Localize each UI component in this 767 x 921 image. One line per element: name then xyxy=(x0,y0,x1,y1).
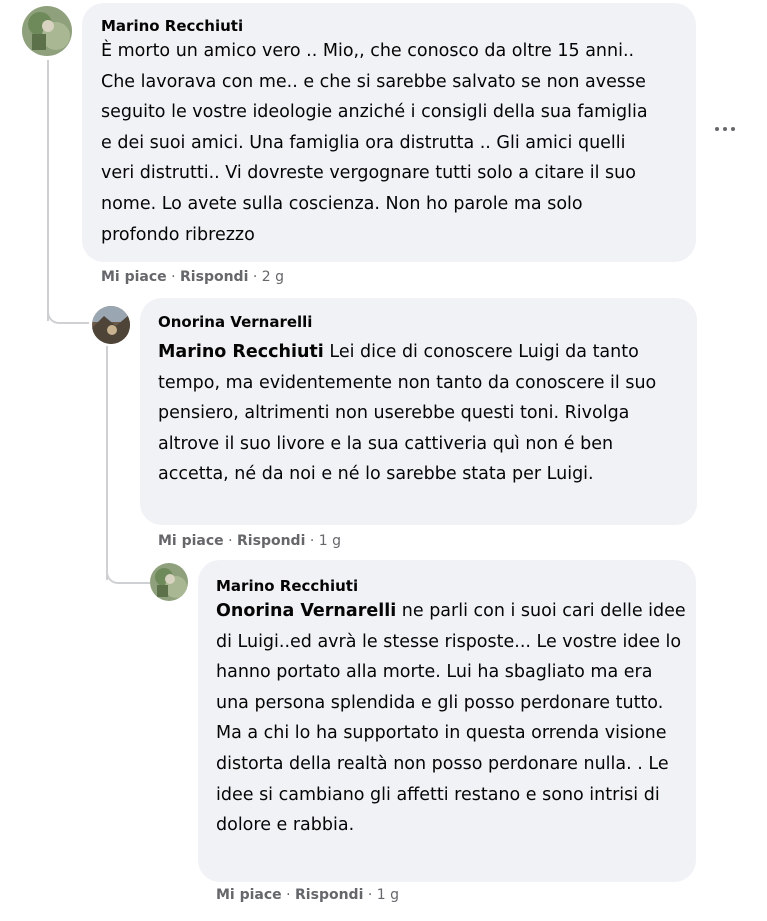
avatar[interactable] xyxy=(92,306,130,344)
profile-photo xyxy=(150,563,188,601)
comment-actions: Mi piace · Rispondi · 2 g xyxy=(101,269,284,285)
comment-body: Lei dice di conoscere Luigi da tanto tem… xyxy=(158,342,657,485)
comment-author[interactable]: Marino Recchiuti xyxy=(101,17,243,35)
thread-line-reply-1 xyxy=(47,60,49,321)
comment-body: ne parli con i suoi cari delle idee di L… xyxy=(216,601,686,836)
separator: · xyxy=(281,887,296,903)
avatar[interactable] xyxy=(150,563,188,601)
thread-line-reply-2 xyxy=(106,346,108,580)
profile-photo xyxy=(92,306,130,344)
timestamp[interactable]: 2 g xyxy=(262,269,284,285)
reply-button[interactable]: Rispondi xyxy=(237,533,305,549)
separator: · xyxy=(363,887,377,903)
comment-author[interactable]: Marino Recchiuti xyxy=(216,577,358,595)
timestamp[interactable]: 1 g xyxy=(377,887,399,903)
comment-actions: Mi piace · Rispondi · 1 g xyxy=(216,887,399,903)
comment-text: È morto un amico vero .. Mio,, che conos… xyxy=(101,36,649,250)
separator: · xyxy=(223,533,238,549)
reply-button[interactable]: Rispondi xyxy=(295,887,363,903)
separator: · xyxy=(248,269,262,285)
mention-link[interactable]: Onorina Vernarelli xyxy=(216,601,396,621)
timestamp[interactable]: 1 g xyxy=(319,533,341,549)
separator: · xyxy=(166,269,181,285)
thread-connector-reply-2 xyxy=(106,560,150,584)
like-button[interactable]: Mi piace xyxy=(101,269,167,285)
separator: · xyxy=(305,533,319,549)
comment-text: Marino Recchiuti Lei dice di conoscere L… xyxy=(158,337,678,490)
like-button[interactable]: Mi piace xyxy=(158,533,224,549)
comment-actions: Mi piace · Rispondi · 1 g xyxy=(158,533,341,549)
avatar[interactable] xyxy=(22,6,72,56)
profile-photo xyxy=(22,6,72,56)
reply-button[interactable]: Rispondi xyxy=(180,269,248,285)
mention-link[interactable]: Marino Recchiuti xyxy=(158,342,324,362)
more-options-icon[interactable] xyxy=(713,118,739,138)
thread-connector-reply-1 xyxy=(47,300,89,324)
comment-text: Onorina Vernarelli ne parli con i suoi c… xyxy=(216,596,686,841)
comment-author[interactable]: Onorina Vernarelli xyxy=(158,313,312,331)
comment-body: È morto un amico vero .. Mio,, che conos… xyxy=(101,41,648,245)
like-button[interactable]: Mi piace xyxy=(216,887,282,903)
